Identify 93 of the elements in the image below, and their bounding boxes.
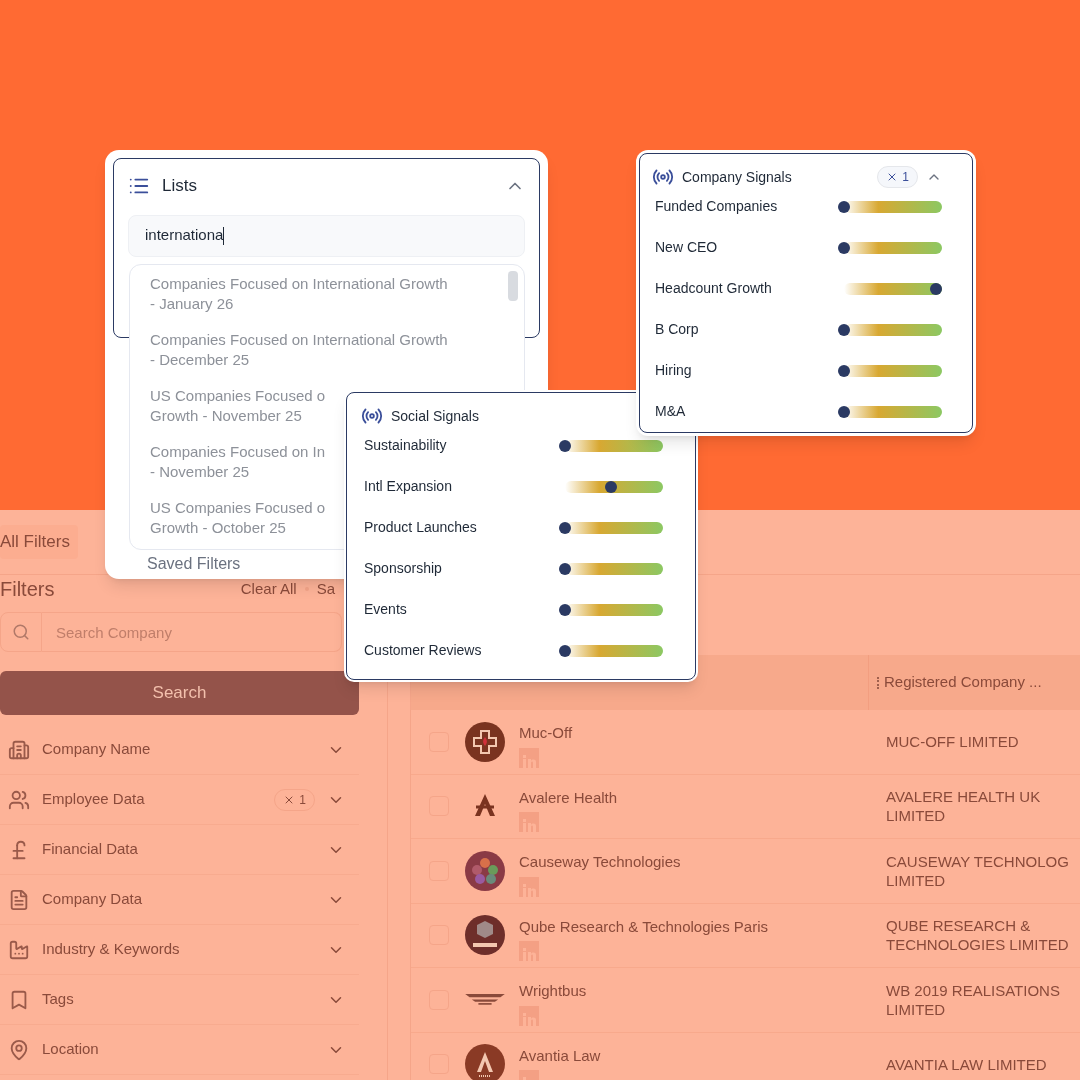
search-icon	[12, 623, 30, 641]
company-name[interactable]: Wrightbus	[519, 980, 587, 1003]
slider-thumb[interactable]	[559, 521, 571, 534]
signal-label: Funded Companies	[655, 197, 778, 216]
signal-label: Customer Reviews	[364, 641, 482, 660]
signal-slider[interactable]	[838, 199, 942, 214]
slider-thumb[interactable]	[838, 323, 850, 336]
signal-label: Product Launches	[364, 518, 477, 537]
filters-heading: Filters	[0, 577, 55, 602]
list-result[interactable]: US Companies Focused o Growth - October 25	[150, 495, 326, 549]
column-header[interactable]: Registered Company ...	[884, 671, 1042, 694]
filter-section[interactable]: Employee Data 1	[0, 775, 359, 825]
signal-slider[interactable]	[838, 322, 942, 337]
signal-slider[interactable]	[838, 404, 942, 419]
factory-icon	[8, 938, 30, 961]
people-icon	[8, 788, 30, 811]
all-filters-tab[interactable]: All Filters	[0, 525, 78, 559]
section-label: Company Name	[42, 739, 152, 760]
section-label: Tags	[42, 989, 75, 1010]
filter-count-badge[interactable]: 1	[877, 166, 918, 188]
search-button[interactable]: Search	[0, 671, 359, 715]
signal-label: Headcount Growth	[655, 279, 772, 298]
list-result[interactable]: Companies Focused on International Growth - January 26	[150, 271, 448, 327]
registered-name: QUBE RESEARCH & TECHNOLOGIES LIMITED	[885, 916, 1070, 955]
signal-label: Events	[364, 600, 407, 619]
slider-thumb[interactable]	[930, 282, 942, 295]
filter-section[interactable]: Tags	[0, 975, 359, 1025]
list-search-field[interactable]: internationa	[128, 214, 525, 257]
slider-thumb[interactable]	[559, 603, 571, 616]
company-name[interactable]: Qube Research & Technologies Paris	[519, 915, 769, 938]
wings-logo-icon	[465, 994, 505, 1006]
scrollbar-thumb[interactable]	[508, 271, 518, 301]
slider-thumb[interactable]	[838, 241, 850, 254]
filter-section[interactable]: Location	[0, 1025, 359, 1075]
saved-filters-label: Saved Filters	[147, 554, 241, 574]
building-icon	[8, 738, 30, 761]
signal-label: Hiring	[655, 361, 692, 380]
save-link[interactable]: Sa	[316, 577, 335, 601]
slider-thumb[interactable]	[605, 480, 617, 493]
signal-slider[interactable]	[838, 363, 942, 378]
slider-thumb[interactable]	[838, 200, 850, 213]
slider-thumb[interactable]	[559, 439, 571, 452]
section-label: Industry & Keywords	[42, 939, 181, 960]
registered-name: AVALERE HEALTH UK LIMITED	[885, 787, 1042, 826]
cube-logo-icon	[465, 915, 505, 956]
card-title: Company Signals	[682, 167, 793, 187]
search-company-field[interactable]: Search Company	[42, 612, 342, 652]
section-label: Company Data	[42, 889, 144, 910]
company-name[interactable]: Causeway Technologies	[519, 851, 681, 874]
list-result[interactable]: Companies Focused on International Growth - December 25	[150, 327, 448, 383]
filter-section[interactable]: Company Data	[0, 875, 359, 925]
signal-label: New CEO	[655, 238, 718, 257]
company-name[interactable]: Avantia Law	[519, 1044, 601, 1067]
badge-count: 1	[299, 791, 306, 809]
signal-slider[interactable]	[838, 240, 942, 255]
signal-slider[interactable]	[559, 438, 663, 453]
field-value: internationa	[145, 225, 224, 246]
map-pin-icon	[8, 1038, 30, 1061]
filter-section[interactable]: Financial Data	[0, 825, 359, 875]
company-name[interactable]: Avalere Health	[519, 786, 618, 809]
clear-all-link[interactable]: Clear All	[240, 577, 297, 601]
list-result[interactable]: US Companies Focused o Growth - November 25	[150, 383, 326, 439]
list-result[interactable]: Companies Focused on In - November 25	[150, 439, 326, 495]
drag-handle-icon[interactable]	[877, 676, 880, 689]
dots-logo-icon	[465, 850, 505, 891]
registered-name: WB 2019 REALISATIONS LIMITED	[885, 980, 1061, 1019]
signal-slider[interactable]	[559, 520, 663, 535]
slider-thumb[interactable]	[559, 562, 571, 575]
section-label: Financial Data	[42, 839, 139, 860]
registered-name: AVANTIA LAW LIMITED	[885, 1054, 1048, 1074]
signal-slider[interactable]	[559, 602, 663, 617]
company-name[interactable]: Muc-Off	[519, 722, 573, 745]
signal-label: Sustainability	[364, 436, 447, 455]
badge-count: 1	[902, 169, 909, 186]
section-label: Employee Data	[42, 789, 146, 810]
slider-thumb[interactable]	[838, 405, 850, 418]
panel-title: Lists	[162, 175, 198, 197]
registered-name: MUC-OFF LIMITED	[885, 732, 1020, 752]
signal-label: Sponsorship	[364, 559, 442, 578]
filter-section[interactable]: Company Name	[0, 725, 359, 775]
signal-label: Intl Expansion	[364, 477, 452, 496]
peak-logo-icon	[465, 1044, 505, 1080]
cross-logo-icon	[465, 721, 505, 762]
signal-label: B Corp	[655, 320, 699, 339]
section-label: Location	[42, 1039, 100, 1060]
slider-thumb[interactable]	[559, 644, 571, 657]
filter-section[interactable]: Industry & Keywords	[0, 925, 359, 975]
signal-slider[interactable]	[559, 643, 663, 658]
signal-label: M&A	[655, 402, 686, 421]
registered-name: CAUSEWAY TECHNOLOG LIMITED	[885, 851, 1070, 890]
document-icon	[8, 888, 30, 911]
signal-slider[interactable]	[559, 561, 663, 576]
slider-thumb[interactable]	[838, 364, 850, 377]
